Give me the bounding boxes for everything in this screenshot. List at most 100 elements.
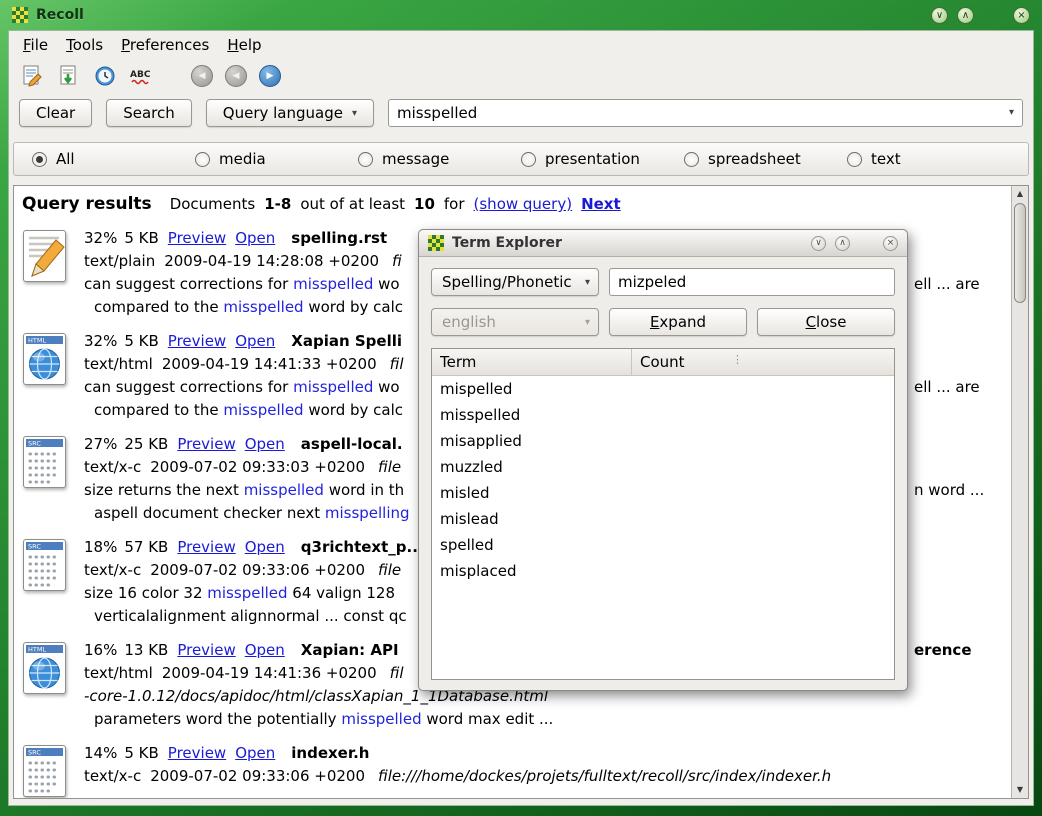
term-row[interactable]: mislead bbox=[432, 506, 894, 532]
header-grip-icon[interactable]: ⋮ bbox=[732, 353, 743, 366]
open-link[interactable]: Open bbox=[235, 229, 275, 247]
scroll-down-icon[interactable]: ▼ bbox=[1012, 782, 1028, 798]
filter-message[interactable]: message bbox=[358, 150, 521, 168]
prev-page-icon[interactable]: ◀ bbox=[225, 65, 247, 87]
close-icon[interactable]: × bbox=[1013, 7, 1030, 24]
preview-link[interactable]: Preview bbox=[177, 435, 235, 453]
open-link[interactable]: Open bbox=[235, 744, 275, 762]
result-title: indexer.h bbox=[291, 744, 369, 762]
language-dropdown: english▾ bbox=[431, 308, 599, 336]
snippet-text: can suggest corrections for bbox=[84, 378, 293, 396]
radio-icon bbox=[32, 152, 47, 167]
term-row[interactable]: spelled bbox=[432, 532, 894, 558]
search-input[interactable] bbox=[389, 104, 1022, 122]
term-row[interactable]: misapplied bbox=[432, 428, 894, 454]
snippet-text: word max edit ... bbox=[422, 710, 554, 728]
preview-link[interactable]: Preview bbox=[177, 641, 235, 659]
filter-text[interactable]: text bbox=[847, 150, 1010, 168]
result-mime: text/x-c bbox=[84, 458, 141, 476]
snippet-fragment: ell ... are bbox=[914, 376, 980, 399]
scrollbar[interactable]: ▲ ▼ bbox=[1011, 186, 1028, 798]
filetype-html-icon: HTML bbox=[22, 639, 84, 731]
documents-middle: out of at least bbox=[300, 195, 405, 213]
result-meta-line: text/x-c2009-07-02 09:33:06 +0200file://… bbox=[84, 765, 1011, 788]
term-cell: misapplied bbox=[432, 428, 632, 454]
open-link[interactable]: Open bbox=[245, 641, 285, 659]
term-table-header[interactable]: Term Count ⋮ bbox=[432, 349, 894, 376]
scrollbar-thumb[interactable] bbox=[1014, 203, 1026, 303]
expand-button[interactable]: Expand bbox=[609, 308, 747, 336]
result-title: Xapian Spelli bbox=[291, 332, 402, 350]
chevron-down-icon: ▾ bbox=[352, 108, 357, 119]
highlight-term: misspelling bbox=[325, 504, 410, 522]
highlight-term: misspelled bbox=[223, 401, 303, 419]
menu-item-preferences[interactable]: Preferences bbox=[121, 36, 209, 54]
result-date: 2009-04-19 14:41:36 +0200 bbox=[162, 664, 377, 682]
open-link[interactable]: Open bbox=[235, 332, 275, 350]
result-body: 14%5 KBPreviewOpenindexer.htext/x-c2009-… bbox=[84, 742, 1011, 798]
search-button[interactable]: Search bbox=[106, 99, 192, 127]
term-row[interactable]: misplaced bbox=[432, 558, 894, 584]
svg-text:ABC: ABC bbox=[130, 70, 151, 80]
recoll-app-icon bbox=[428, 235, 444, 251]
count-cell bbox=[632, 402, 648, 428]
column-count[interactable]: Count bbox=[632, 349, 693, 375]
unshade-icon[interactable]: ∧ bbox=[835, 236, 850, 251]
highlight-term: misspelled bbox=[293, 378, 373, 396]
term-row[interactable]: misspelled bbox=[432, 402, 894, 428]
next-page-link[interactable]: Next bbox=[581, 195, 621, 213]
preview-link[interactable]: Preview bbox=[168, 229, 226, 247]
filter-presentation[interactable]: presentation bbox=[521, 150, 684, 168]
documents-total: 10 bbox=[414, 195, 435, 213]
snippet-text: wo bbox=[373, 275, 399, 293]
result-title: spelling.rst bbox=[291, 229, 387, 247]
snippet-text: compared to the bbox=[94, 298, 223, 316]
count-cell bbox=[632, 428, 648, 454]
highlight-term: misspelled bbox=[341, 710, 421, 728]
close-button[interactable]: Close bbox=[757, 308, 895, 336]
result-size: 57 KB bbox=[124, 538, 168, 556]
snippet-fragment: n word ... bbox=[914, 479, 984, 502]
spellcheck-abc-icon[interactable]: ABC bbox=[129, 64, 153, 88]
expansion-mode-dropdown[interactable]: Spelling/Phonetic▾ bbox=[431, 268, 599, 296]
open-link[interactable]: Open bbox=[245, 435, 285, 453]
query-language-dropdown[interactable]: Query language▾ bbox=[206, 99, 374, 127]
save-document-icon[interactable] bbox=[57, 64, 81, 88]
preview-link[interactable]: Preview bbox=[168, 744, 226, 762]
window-titlebar[interactable]: Recoll ∨ ∧ × bbox=[0, 0, 1042, 30]
menu-item-file[interactable]: File bbox=[23, 36, 48, 54]
combo-arrow-icon[interactable]: ▾ bbox=[1009, 107, 1014, 118]
shade-icon[interactable]: ∨ bbox=[811, 236, 826, 251]
scroll-up-icon[interactable]: ▲ bbox=[1012, 186, 1028, 202]
clear-search-icon[interactable] bbox=[21, 64, 45, 88]
snippet-text: word by calc bbox=[304, 298, 403, 316]
radio-icon bbox=[358, 152, 373, 167]
shade-icon[interactable]: ∨ bbox=[931, 7, 948, 24]
term-input[interactable] bbox=[609, 268, 895, 296]
close-icon[interactable]: × bbox=[883, 236, 898, 251]
history-clock-icon[interactable] bbox=[93, 64, 117, 88]
show-query-link[interactable]: (show query) bbox=[474, 195, 573, 213]
next-page-icon[interactable]: ▶ bbox=[259, 65, 281, 87]
term-row[interactable]: mispelled bbox=[432, 376, 894, 402]
menu-item-help[interactable]: Help bbox=[227, 36, 261, 54]
highlight-term: misspelled bbox=[223, 298, 303, 316]
column-term[interactable]: Term bbox=[432, 349, 632, 375]
clear-button[interactable]: Clear bbox=[19, 99, 92, 127]
preview-link[interactable]: Preview bbox=[168, 332, 226, 350]
result-url: fil bbox=[390, 664, 404, 682]
unshade-icon[interactable]: ∧ bbox=[957, 7, 974, 24]
menu-item-tools[interactable]: Tools bbox=[66, 36, 103, 54]
term-row[interactable]: misled bbox=[432, 480, 894, 506]
filter-all[interactable]: All bbox=[32, 150, 195, 168]
open-link[interactable]: Open bbox=[245, 538, 285, 556]
first-page-icon[interactable]: ◀ bbox=[191, 65, 213, 87]
expansion-mode-value: Spelling/Phonetic bbox=[442, 273, 572, 291]
dialog-titlebar[interactable]: Term Explorer ∨ ∧ × bbox=[419, 230, 907, 257]
preview-link[interactable]: Preview bbox=[177, 538, 235, 556]
filetype-src-icon: SRC bbox=[22, 536, 84, 628]
count-cell bbox=[632, 480, 648, 506]
filter-spreadsheet[interactable]: spreadsheet bbox=[684, 150, 847, 168]
filter-media[interactable]: media bbox=[195, 150, 358, 168]
term-row[interactable]: muzzled bbox=[432, 454, 894, 480]
